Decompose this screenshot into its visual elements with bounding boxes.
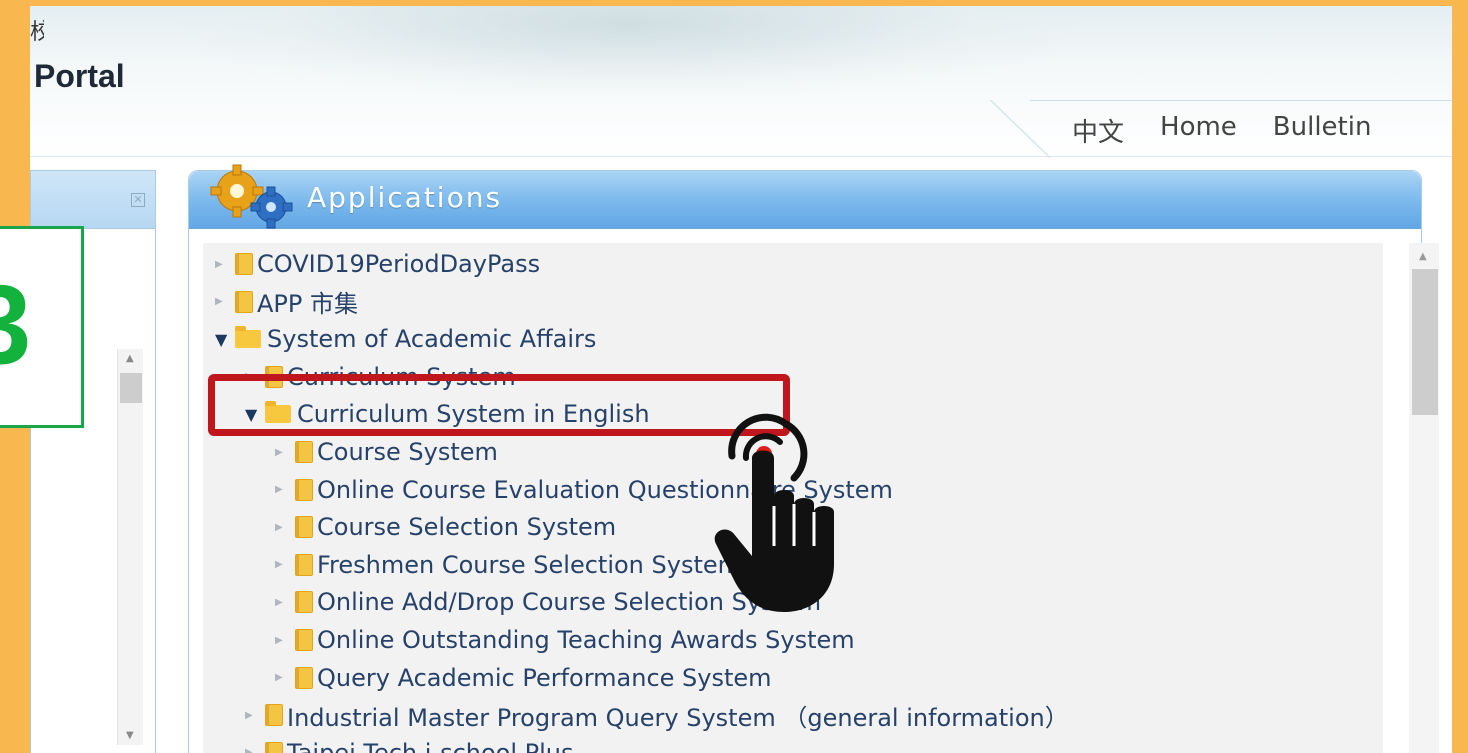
- tree-item-label[interactable]: Freshmen Course Selection System: [317, 551, 741, 579]
- scroll-thumb[interactable]: [1412, 269, 1438, 415]
- top-nav: 中文 Home Bulletin: [1072, 112, 1371, 149]
- expanded-arrow-icon[interactable]: ▼: [215, 330, 227, 349]
- tree-item-label[interactable]: COVID19PeriodDayPass: [257, 250, 540, 278]
- file-icon: [295, 629, 313, 651]
- tree-item-label[interactable]: Query Academic Performance System: [317, 664, 772, 692]
- tree-item-label[interactable]: Taipei Tech i-school Plus: [287, 739, 574, 753]
- gears-icon: [210, 164, 293, 229]
- nav-language-link[interactable]: 中文: [1072, 112, 1124, 149]
- left-panel-header: ✕: [31, 171, 155, 229]
- tree-item[interactable]: ▶ Course System: [275, 435, 498, 469]
- file-icon: [295, 441, 313, 463]
- file-icon: [235, 253, 253, 275]
- tree-item[interactable]: ▶ Online Outstanding Teaching Awards Syst…: [275, 623, 855, 657]
- nav-home-link[interactable]: Home: [1160, 112, 1237, 149]
- scroll-thumb[interactable]: [120, 373, 142, 403]
- collapsed-arrow-icon[interactable]: ▶: [215, 296, 227, 307]
- tree-scrollbar[interactable]: ▲: [1409, 243, 1439, 753]
- tree-item[interactable]: ▼ System of Academic Affairs: [215, 322, 596, 356]
- collapsed-arrow-icon[interactable]: ▶: [275, 672, 287, 683]
- tree-item-label[interactable]: Industrial Master Program Query System （…: [287, 698, 1069, 733]
- collapsed-arrow-icon[interactable]: ▶: [275, 447, 287, 458]
- collapsed-arrow-icon[interactable]: ▶: [275, 635, 287, 646]
- file-icon: [295, 591, 313, 614]
- file-icon: [295, 666, 313, 689]
- tree-item[interactable]: ▶ Taipei Tech i-school Plus: [245, 736, 574, 753]
- collapsed-arrow-icon[interactable]: ▶: [275, 522, 287, 533]
- pointing-hand-icon: [714, 413, 834, 612]
- tree-item-label[interactable]: Course Selection System: [317, 513, 616, 541]
- close-icon[interactable]: ✕: [131, 193, 145, 207]
- tree-item-label[interactable]: APP 市集: [257, 284, 358, 319]
- file-icon: [295, 516, 313, 539]
- file-icon: [295, 478, 313, 501]
- applications-title: Applications: [307, 181, 503, 214]
- tree-item[interactable]: ▶ COVID19PeriodDayPass: [215, 247, 540, 281]
- tree-item-label[interactable]: Online Outstanding Teaching Awards Syste…: [317, 626, 855, 654]
- tree-item[interactable]: ▶ Freshmen Course Selection System: [275, 548, 741, 582]
- scroll-up-icon[interactable]: ▲: [1419, 251, 1427, 262]
- portal-title: Portal: [34, 58, 125, 94]
- step-number: 3: [0, 262, 32, 387]
- collapsed-arrow-icon[interactable]: ▶: [245, 710, 257, 721]
- file-icon: [235, 290, 253, 313]
- file-icon: [265, 704, 283, 727]
- scroll-up-icon[interactable]: ▲: [126, 353, 134, 364]
- tree-item-label[interactable]: System of Academic Affairs: [267, 325, 596, 353]
- collapsed-arrow-icon[interactable]: ▶: [245, 747, 257, 753]
- tree-item[interactable]: ▶ Industrial Master Program Query System …: [245, 698, 1069, 732]
- folder-icon: [235, 326, 261, 349]
- tree-item-label[interactable]: Course System: [317, 438, 498, 466]
- collapsed-arrow-icon[interactable]: ▶: [275, 597, 287, 608]
- collapsed-arrow-icon[interactable]: ▶: [275, 559, 287, 570]
- step-marker: 3: [0, 226, 84, 428]
- scroll-down-icon[interactable]: ▼: [126, 730, 134, 741]
- file-icon: [295, 553, 313, 576]
- collapsed-arrow-icon[interactable]: ▶: [215, 259, 227, 270]
- left-panel-scrollbar[interactable]: ▲ ▼: [117, 349, 143, 745]
- portal-title-cjk: 校園資訊入口網站: [30, 20, 44, 45]
- header-divider: [30, 156, 1452, 157]
- nav-bulletin-link[interactable]: Bulletin: [1273, 112, 1372, 149]
- highlight-box: [208, 374, 790, 436]
- applications-header: Applications: [189, 164, 1421, 229]
- file-icon: [265, 741, 283, 753]
- tree-item[interactable]: ▶ APP 市集: [215, 285, 358, 319]
- collapsed-arrow-icon[interactable]: ▶: [275, 484, 287, 495]
- tree-item[interactable]: ▶ Query Academic Performance System: [275, 661, 772, 695]
- tree-item[interactable]: ▶ Course Selection System: [275, 510, 616, 544]
